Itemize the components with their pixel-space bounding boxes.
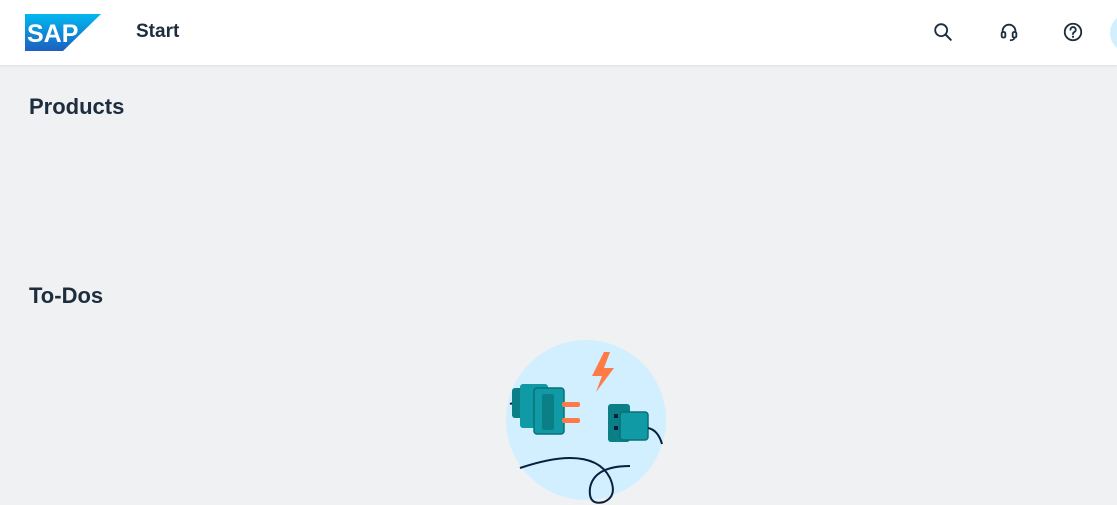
- todos-section-title: To-Dos: [29, 283, 104, 308]
- search-icon: [934, 23, 952, 41]
- logo-text: SAP: [27, 20, 78, 48]
- help-icon: [1063, 22, 1083, 42]
- products-section-title: Products: [29, 94, 125, 119]
- page-title: Start: [136, 21, 180, 42]
- user-avatar[interactable]: [1110, 13, 1117, 53]
- support-button[interactable]: [993, 16, 1025, 48]
- help-button[interactable]: [1057, 16, 1089, 48]
- sap-logo[interactable]: SAP: [25, 14, 101, 51]
- headset-icon: [1000, 23, 1018, 42]
- search-button[interactable]: [927, 16, 959, 48]
- disconnected-plug-illustration: [506, 340, 666, 504]
- shell-bar: SAP Start: [0, 0, 1117, 65]
